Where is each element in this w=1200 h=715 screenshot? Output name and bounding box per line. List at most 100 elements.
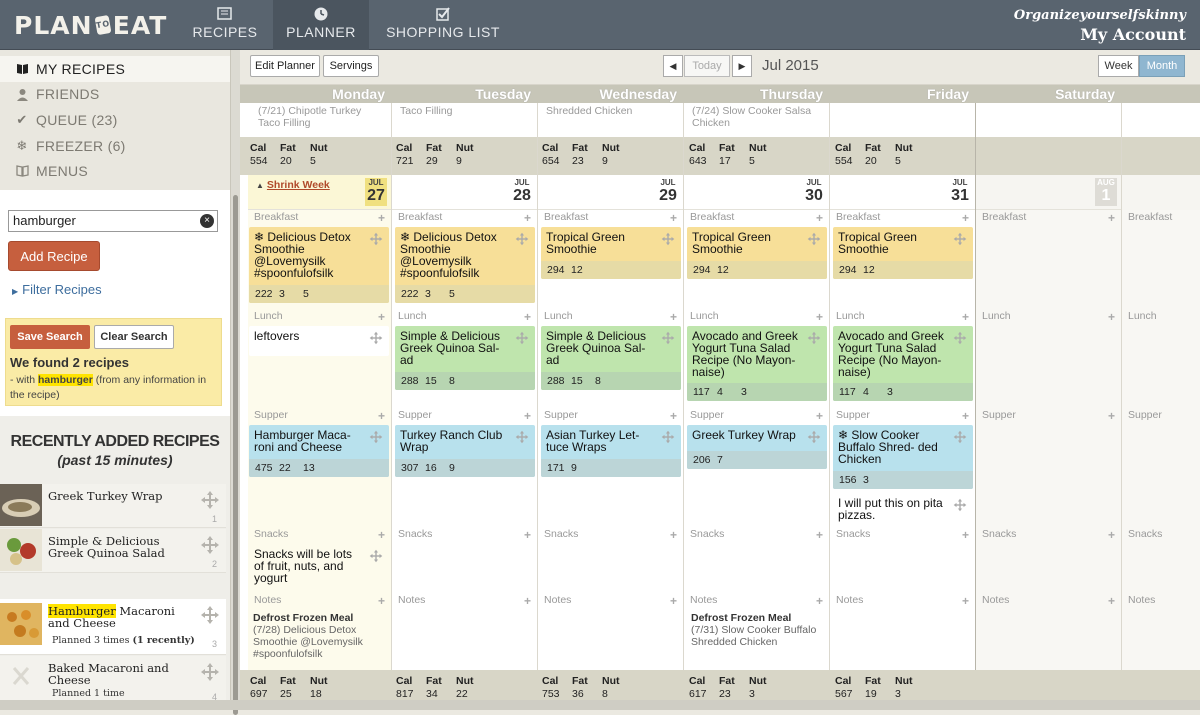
meal-card[interactable]: Greek Turkey Wrap 206 7 xyxy=(687,425,827,469)
previous-button[interactable]: ◀ xyxy=(663,55,683,77)
sidebar-item-queue[interactable]: ✔ QUEUE (23) xyxy=(0,107,230,133)
meal-card[interactable]: Simple & Delicious Greek Quinoa Sal- ad … xyxy=(395,326,535,390)
move-icon[interactable] xyxy=(953,331,967,345)
meal-card[interactable]: Asian Turkey Let- tuce Wraps 171 9 xyxy=(541,425,681,477)
add-icon[interactable]: + xyxy=(816,594,823,608)
move-icon[interactable] xyxy=(661,331,675,345)
sidebar-item-friends[interactable]: FRIENDS xyxy=(0,82,230,108)
meal-card[interactable]: ❄ Slow Cooker Buffalo Shred- ded Chicken… xyxy=(833,425,973,489)
add-icon[interactable]: + xyxy=(670,528,677,542)
add-icon[interactable]: + xyxy=(670,211,677,225)
move-icon[interactable] xyxy=(369,430,383,444)
servings-button[interactable]: Servings xyxy=(323,55,379,77)
add-recipe-button[interactable]: Add Recipe xyxy=(8,241,100,271)
month-view-button[interactable]: Month xyxy=(1139,55,1185,77)
move-icon[interactable] xyxy=(200,535,220,555)
move-icon[interactable] xyxy=(369,232,383,246)
add-icon[interactable]: + xyxy=(1108,211,1115,225)
meal-card[interactable]: ❄ Delicious Detox Smoothie @Lovemysilk #… xyxy=(395,227,535,303)
add-icon[interactable]: + xyxy=(962,211,969,225)
move-icon[interactable] xyxy=(661,232,675,246)
recent-recipe-row[interactable]: Greek Turkey Wrap 1 xyxy=(0,484,226,528)
nav-recipes[interactable]: RECIPES xyxy=(182,0,268,50)
sidebar-item-freezer[interactable]: ❄ FREEZER (6) xyxy=(0,133,230,159)
add-icon[interactable]: + xyxy=(816,211,823,225)
prev-week-meal[interactable]: Taco Filling xyxy=(390,103,535,137)
snack-note-card[interactable]: Snacks will be lots of fruit, nuts, and … xyxy=(249,544,389,588)
move-icon[interactable] xyxy=(369,549,383,563)
meal-card[interactable]: Tropical Green Smoothie 294 12 xyxy=(687,227,827,279)
add-icon[interactable]: + xyxy=(378,409,385,423)
meal-card[interactable]: leftovers xyxy=(249,326,389,356)
filter-recipes-link[interactable]: ▶ Filter Recipes xyxy=(12,282,102,297)
account-menu[interactable]: Organizeyourselfskinny My Account xyxy=(1014,8,1186,44)
add-icon[interactable]: + xyxy=(816,310,823,324)
clear-search-button[interactable]: Clear Search xyxy=(94,325,174,349)
add-icon[interactable]: + xyxy=(1108,409,1115,423)
recent-recipe-row[interactable]: Simple & Delicious Greek Quinoa Salad 2 xyxy=(0,529,226,573)
move-icon[interactable] xyxy=(953,498,967,512)
meal-card[interactable]: Tropical Green Smoothie 294 12 xyxy=(833,227,973,279)
add-icon[interactable]: + xyxy=(378,594,385,608)
next-button[interactable]: ▶ xyxy=(732,55,752,77)
add-icon[interactable]: + xyxy=(378,211,385,225)
add-icon[interactable]: + xyxy=(962,409,969,423)
add-icon[interactable]: + xyxy=(1108,528,1115,542)
meal-card[interactable]: Turkey Ranch Club Wrap 307 16 9 xyxy=(395,425,535,477)
add-icon[interactable]: + xyxy=(816,409,823,423)
horizontal-scrollbar[interactable] xyxy=(0,700,1200,710)
move-icon[interactable] xyxy=(953,232,967,246)
add-icon[interactable]: + xyxy=(670,310,677,324)
add-icon[interactable]: + xyxy=(962,528,969,542)
add-icon[interactable]: + xyxy=(816,528,823,542)
move-icon[interactable] xyxy=(200,490,220,510)
add-icon[interactable]: + xyxy=(524,594,531,608)
meal-card[interactable]: Avocado and Greek Yogurt Tuna Salad Reci… xyxy=(687,326,827,401)
nav-planner[interactable]: PLANNER xyxy=(273,0,369,50)
recent-recipe-row[interactable]: Hamburger Macaroni and Cheese Planned 3 … xyxy=(0,599,226,655)
add-icon[interactable]: + xyxy=(1108,310,1115,324)
add-icon[interactable]: + xyxy=(378,528,385,542)
add-icon[interactable]: + xyxy=(670,409,677,423)
scrollbar-thumb[interactable] xyxy=(233,195,238,715)
move-icon[interactable] xyxy=(369,331,383,345)
add-icon[interactable]: + xyxy=(962,310,969,324)
add-icon[interactable]: + xyxy=(378,310,385,324)
day-note[interactable]: Defrost Frozen Meal (7/28) Delicious Det… xyxy=(253,612,387,660)
today-button[interactable]: Today xyxy=(684,55,730,77)
meal-card[interactable]: Hamburger Maca- roni and Cheese 475 22 13 xyxy=(249,425,389,477)
move-icon[interactable] xyxy=(661,430,675,444)
move-icon[interactable] xyxy=(515,232,529,246)
my-account-link[interactable]: My Account xyxy=(1014,25,1186,44)
recipe-search-input[interactable]: hamburger × xyxy=(8,210,218,232)
move-icon[interactable] xyxy=(200,605,220,625)
sidebar-scrollbar[interactable] xyxy=(230,50,240,715)
add-icon[interactable]: + xyxy=(524,211,531,225)
save-search-button[interactable]: Save Search xyxy=(10,325,90,349)
meal-card[interactable]: Tropical Green Smoothie 294 12 xyxy=(541,227,681,279)
nav-shopping-list[interactable]: SHOPPING LIST xyxy=(376,0,510,50)
meal-card[interactable]: Avocado and Greek Yogurt Tuna Salad Reci… xyxy=(833,326,973,401)
prev-week-meal[interactable]: Shredded Chicken xyxy=(536,103,681,137)
sidebar-item-my-recipes[interactable]: MY RECIPES xyxy=(0,56,230,82)
move-icon[interactable] xyxy=(807,430,821,444)
week-view-button[interactable]: Week xyxy=(1098,55,1139,77)
sidebar-item-menus[interactable]: MENUS xyxy=(0,158,230,184)
add-icon[interactable]: + xyxy=(524,409,531,423)
clear-search-icon[interactable]: × xyxy=(200,214,214,228)
meal-card[interactable]: Simple & Delicious Greek Quinoa Sal- ad … xyxy=(541,326,681,390)
move-icon[interactable] xyxy=(807,331,821,345)
shrink-week-link[interactable]: ▲ Shrink Week xyxy=(256,179,330,191)
move-icon[interactable] xyxy=(515,331,529,345)
add-icon[interactable]: + xyxy=(524,528,531,542)
meal-card[interactable]: ❄ Delicious Detox Smoothie @Lovemysilk #… xyxy=(249,227,389,303)
add-icon[interactable]: + xyxy=(524,310,531,324)
day-note[interactable]: Defrost Frozen Meal (7/31) Slow Cooker B… xyxy=(691,612,825,648)
add-icon[interactable]: + xyxy=(1108,594,1115,608)
plan-to-eat-logo[interactable]: PLAN TO EAT xyxy=(14,8,166,42)
move-icon[interactable] xyxy=(953,430,967,444)
move-icon[interactable] xyxy=(200,662,220,682)
edit-planner-button[interactable]: Edit Planner xyxy=(250,55,320,77)
prev-week-meal[interactable]: (7/21) Chipotle Turkey Taco Filling xyxy=(248,103,391,137)
add-icon[interactable]: + xyxy=(670,594,677,608)
